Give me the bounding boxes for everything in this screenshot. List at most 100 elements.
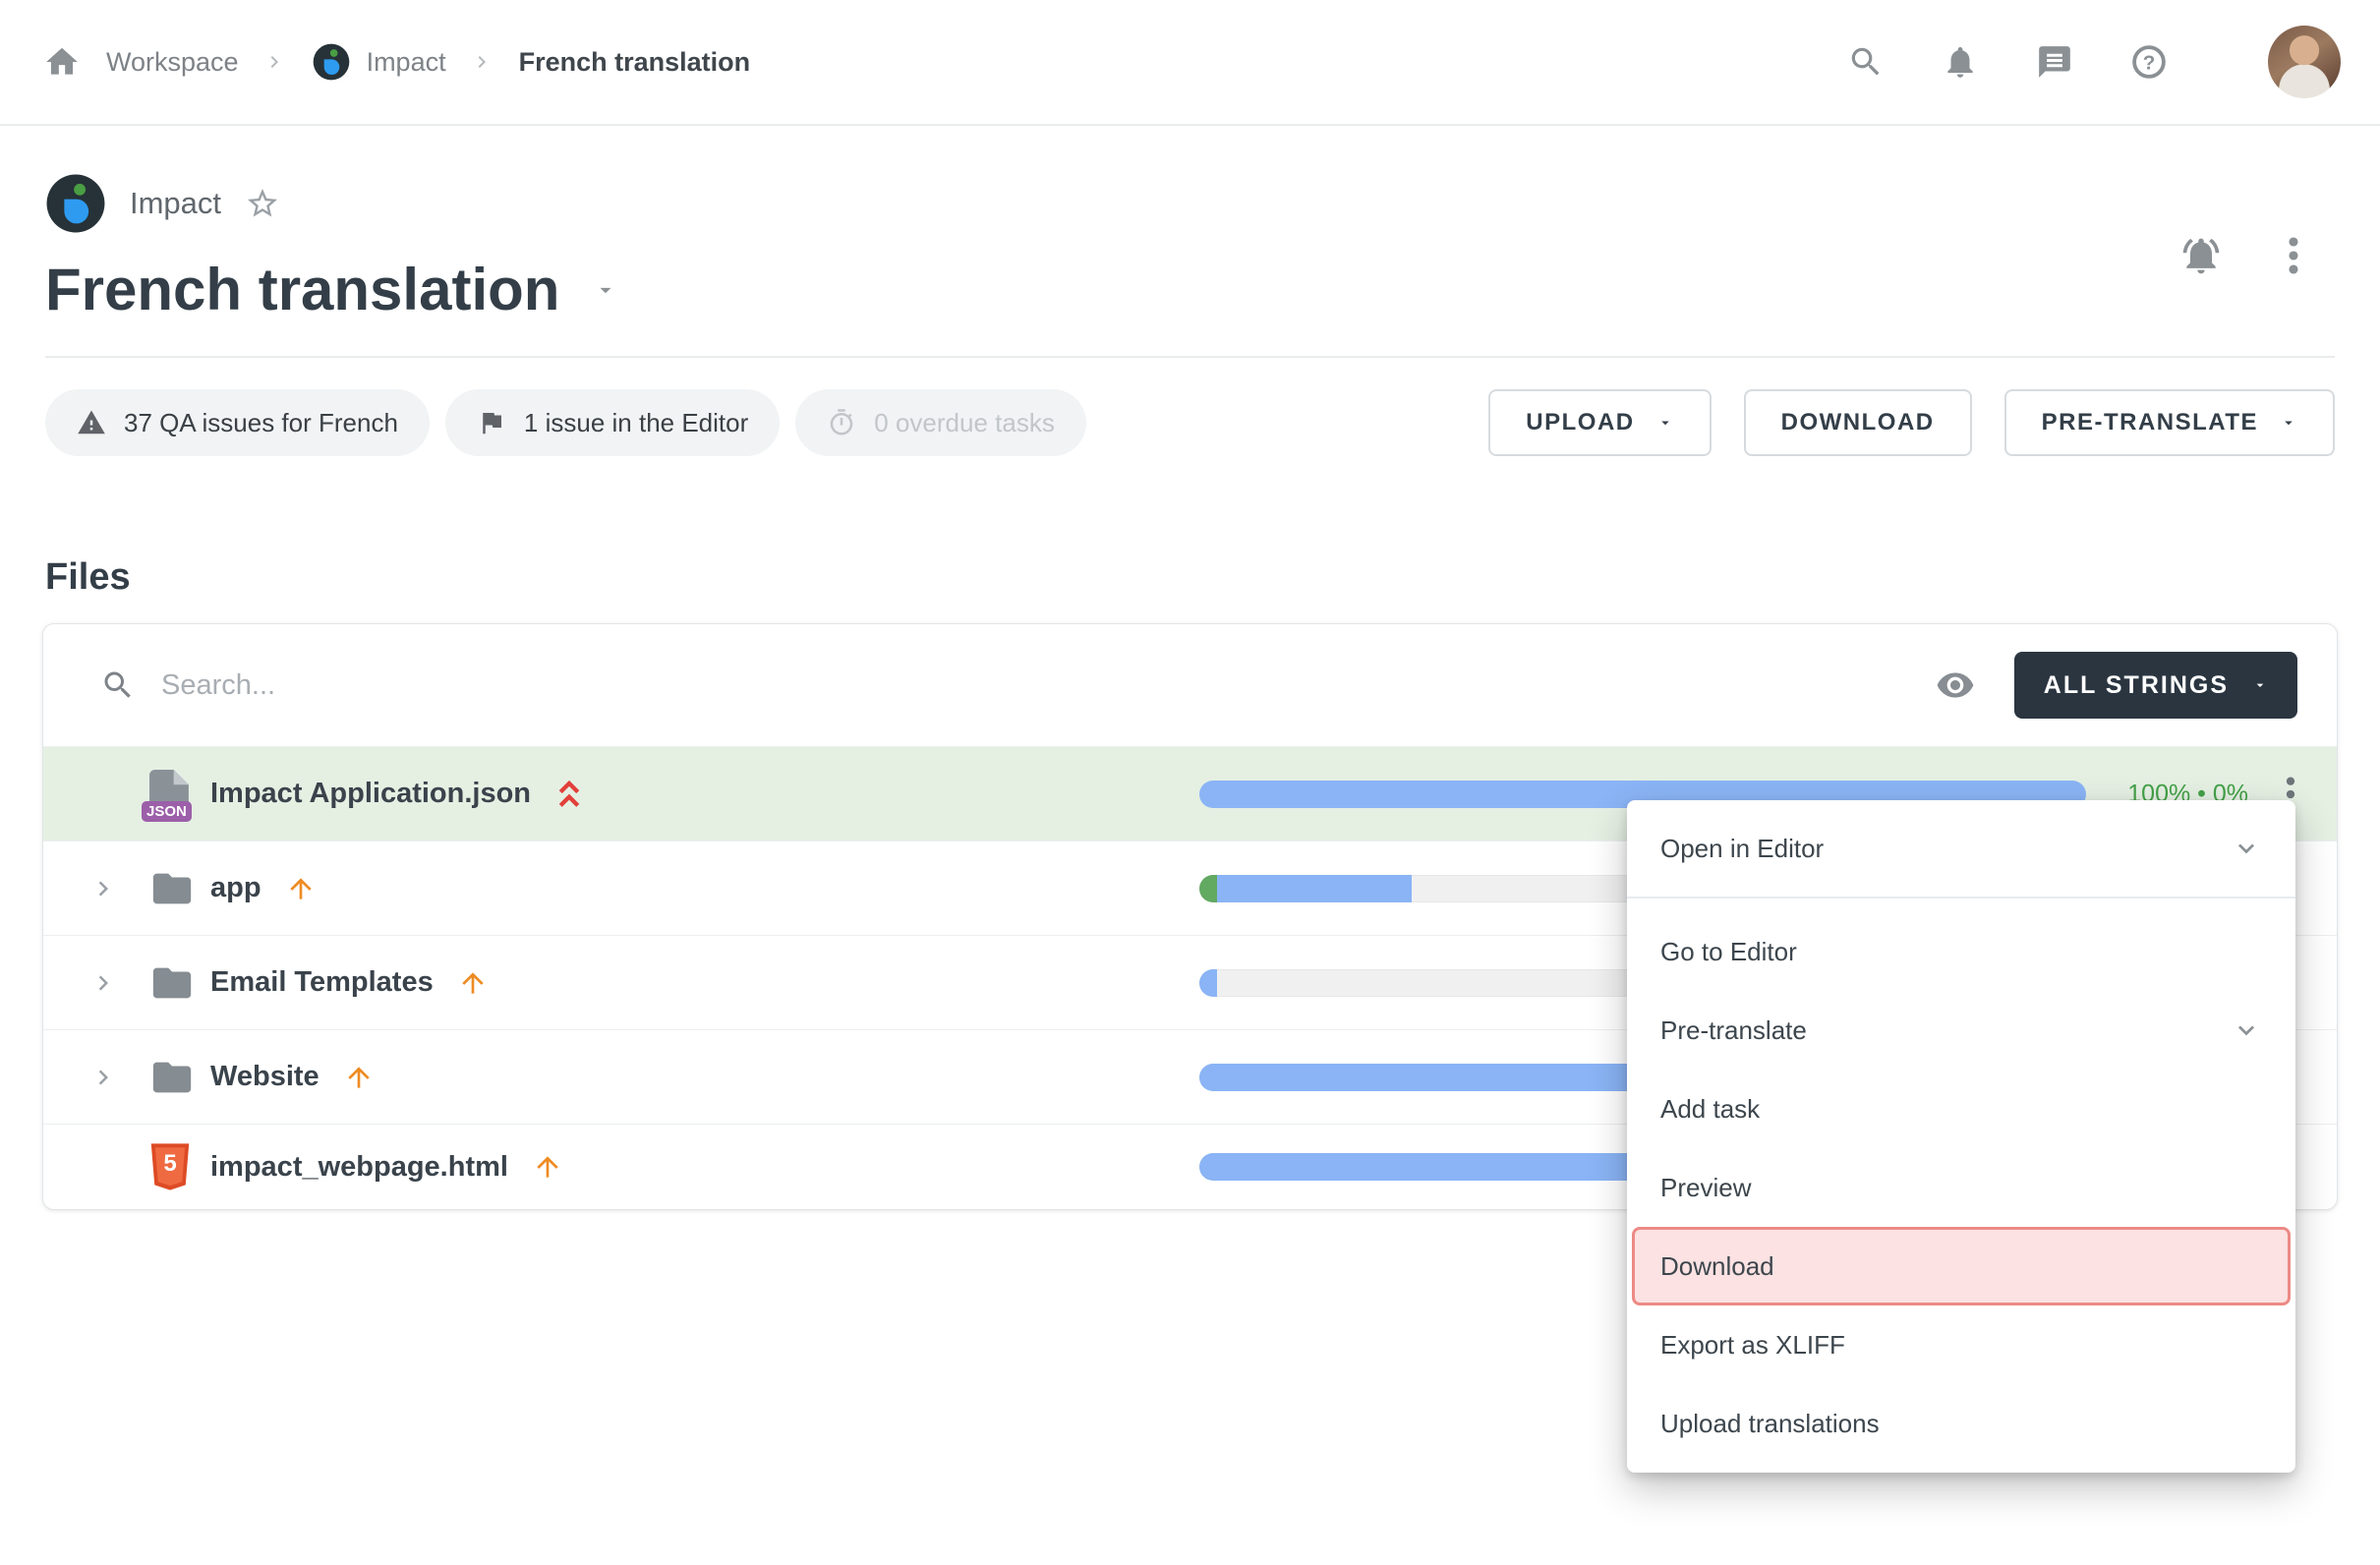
- title-dropdown-icon[interactable]: [593, 277, 618, 303]
- file-name[interactable]: Website: [210, 1061, 319, 1093]
- chevron-right-icon: [470, 50, 493, 74]
- chevron-down-icon: [2231, 833, 2262, 864]
- file-type-icon-slot: JSON 5: [149, 960, 210, 1006]
- svg-text:?: ?: [2143, 51, 2156, 74]
- project-logo-icon: [312, 42, 351, 82]
- project-header: Impact French translation: [0, 173, 2380, 322]
- menu-item-label: Pre-translate: [1660, 1015, 1807, 1046]
- expand-chevron-icon[interactable]: [88, 1063, 149, 1092]
- file-type-icon-slot: JSON 5: [149, 1143, 210, 1190]
- expand-chevron-icon[interactable]: [88, 968, 149, 998]
- strings-filter-button[interactable]: ALL STRINGS: [2014, 652, 2297, 719]
- flag-icon: [477, 408, 506, 437]
- divider: [45, 356, 2335, 358]
- editor-issues-badge[interactable]: 1 issue in the Editor: [445, 389, 780, 456]
- menu-item-export-as-xliff[interactable]: Export as XLIFF: [1627, 1305, 2295, 1384]
- chevron-down-icon: [2280, 414, 2297, 432]
- overdue-tasks-label: 0 overdue tasks: [874, 408, 1055, 438]
- menu-item-label: Preview: [1660, 1173, 1751, 1203]
- file-name[interactable]: impact_webpage.html: [210, 1151, 508, 1184]
- top-nav: Workspace Impact French translation ?: [0, 0, 2380, 126]
- chevron-down-icon: [2231, 1014, 2262, 1046]
- notifications-icon[interactable]: [1942, 43, 1979, 81]
- overdue-tasks-badge: 0 overdue tasks: [795, 389, 1086, 456]
- download-label: DOWNLOAD: [1781, 409, 1935, 436]
- priority-high-icon: [343, 1062, 375, 1093]
- upload-label: UPLOAD: [1526, 409, 1634, 436]
- files-heading: Files: [45, 554, 2380, 600]
- stopwatch-icon: [827, 408, 856, 437]
- chevron-down-icon: [1656, 414, 1674, 432]
- menu-item-label: Download: [1660, 1251, 1774, 1282]
- progress-segment-translated: [1199, 969, 1217, 997]
- breadcrumb-current: French translation: [519, 47, 751, 78]
- breadcrumb-workspace[interactable]: Workspace: [106, 47, 239, 78]
- folder-icon: [149, 960, 195, 1006]
- file-name[interactable]: Email Templates: [210, 966, 434, 999]
- menu-item-open-in-editor[interactable]: Open in Editor: [1627, 800, 2295, 898]
- menu-item-preview[interactable]: Preview: [1627, 1148, 2295, 1227]
- json-file-icon: JSON: [149, 770, 191, 819]
- menu-item-go-to-editor[interactable]: Go to Editor: [1627, 912, 2295, 991]
- folder-icon: [149, 1055, 195, 1100]
- html-file-icon: 5: [149, 1143, 191, 1190]
- help-icon[interactable]: ?: [2130, 43, 2168, 81]
- chevron-right-icon: [262, 50, 286, 74]
- menu-item-add-task[interactable]: Add task: [1627, 1070, 2295, 1148]
- warning-icon: [77, 408, 106, 437]
- menu-group: Go to Editor Pre-translate Add task Prev…: [1627, 898, 2295, 1473]
- file-type-icon-slot: JSON 5: [149, 770, 210, 819]
- visibility-icon[interactable]: [1936, 666, 1975, 705]
- priority-high-icon: [457, 967, 489, 999]
- user-avatar[interactable]: [2268, 26, 2341, 98]
- priority-high-icon: [285, 873, 317, 904]
- pre-translate-button[interactable]: PRE-TRANSLATE: [2004, 389, 2335, 456]
- download-button[interactable]: DOWNLOAD: [1744, 389, 1972, 456]
- expand-chevron-icon[interactable]: [88, 874, 149, 903]
- menu-item-download[interactable]: Download: [1632, 1227, 2291, 1305]
- chevron-down-icon: [2252, 677, 2268, 693]
- progress-segment-approved: [1199, 875, 1217, 902]
- menu-item-label: Add task: [1660, 1094, 1760, 1125]
- search-icon: [100, 667, 136, 703]
- expand-chevron-icon[interactable]: [88, 1152, 149, 1182]
- file-type-icon-slot: JSON 5: [149, 1055, 210, 1100]
- priority-high-icon: [532, 1151, 563, 1183]
- breadcrumb-project-label: Impact: [367, 47, 446, 78]
- qa-issues-badge[interactable]: 37 QA issues for French: [45, 389, 430, 456]
- file-name[interactable]: app: [210, 872, 261, 904]
- menu-item-pre-translate[interactable]: Pre-translate: [1627, 991, 2295, 1070]
- search-icon[interactable]: [1847, 43, 1885, 81]
- editor-issues-label: 1 issue in the Editor: [524, 408, 748, 438]
- top-nav-actions: ?: [1847, 26, 2341, 98]
- home-icon[interactable]: [43, 43, 81, 81]
- project-logo-icon: [45, 173, 106, 234]
- priority-highest-icon: [554, 778, 584, 811]
- html-badge-glyph: 5: [149, 1150, 191, 1178]
- strings-filter-label: ALL STRINGS: [2044, 671, 2229, 700]
- file-context-menu: Open in Editor Go to Editor Pre-translat…: [1627, 800, 2295, 1473]
- pre-translate-label: PRE-TRANSLATE: [2042, 409, 2258, 436]
- menu-item-upload-translations[interactable]: Upload translations: [1627, 1384, 2295, 1463]
- json-badge-label: JSON: [142, 801, 192, 822]
- page-title: French translation: [45, 258, 559, 322]
- menu-item-label: Go to Editor: [1660, 937, 1797, 967]
- breadcrumb-project[interactable]: Impact: [312, 42, 446, 82]
- expand-chevron-icon[interactable]: [88, 780, 149, 809]
- messages-icon[interactable]: [2036, 43, 2073, 81]
- page: Workspace Impact French translation ? Im…: [0, 0, 2380, 1565]
- upload-button[interactable]: UPLOAD: [1488, 389, 1711, 456]
- status-row: 37 QA issues for French 1 issue in the E…: [0, 389, 2380, 456]
- project-name: Impact: [130, 186, 221, 221]
- file-type-icon-slot: JSON 5: [149, 866, 210, 911]
- menu-item-label: Upload translations: [1660, 1409, 1880, 1439]
- search-input[interactable]: [161, 669, 1936, 702]
- star-icon[interactable]: [245, 186, 280, 221]
- project-notifications-icon[interactable]: [2179, 234, 2223, 277]
- menu-item-label: Export as XLIFF: [1660, 1330, 1845, 1361]
- project-menu-icon[interactable]: [2286, 235, 2301, 276]
- menu-item-label: Open in Editor: [1660, 834, 1824, 864]
- qa-issues-label: 37 QA issues for French: [124, 408, 398, 438]
- folder-icon: [149, 866, 195, 911]
- file-name[interactable]: Impact Application.json: [210, 778, 531, 810]
